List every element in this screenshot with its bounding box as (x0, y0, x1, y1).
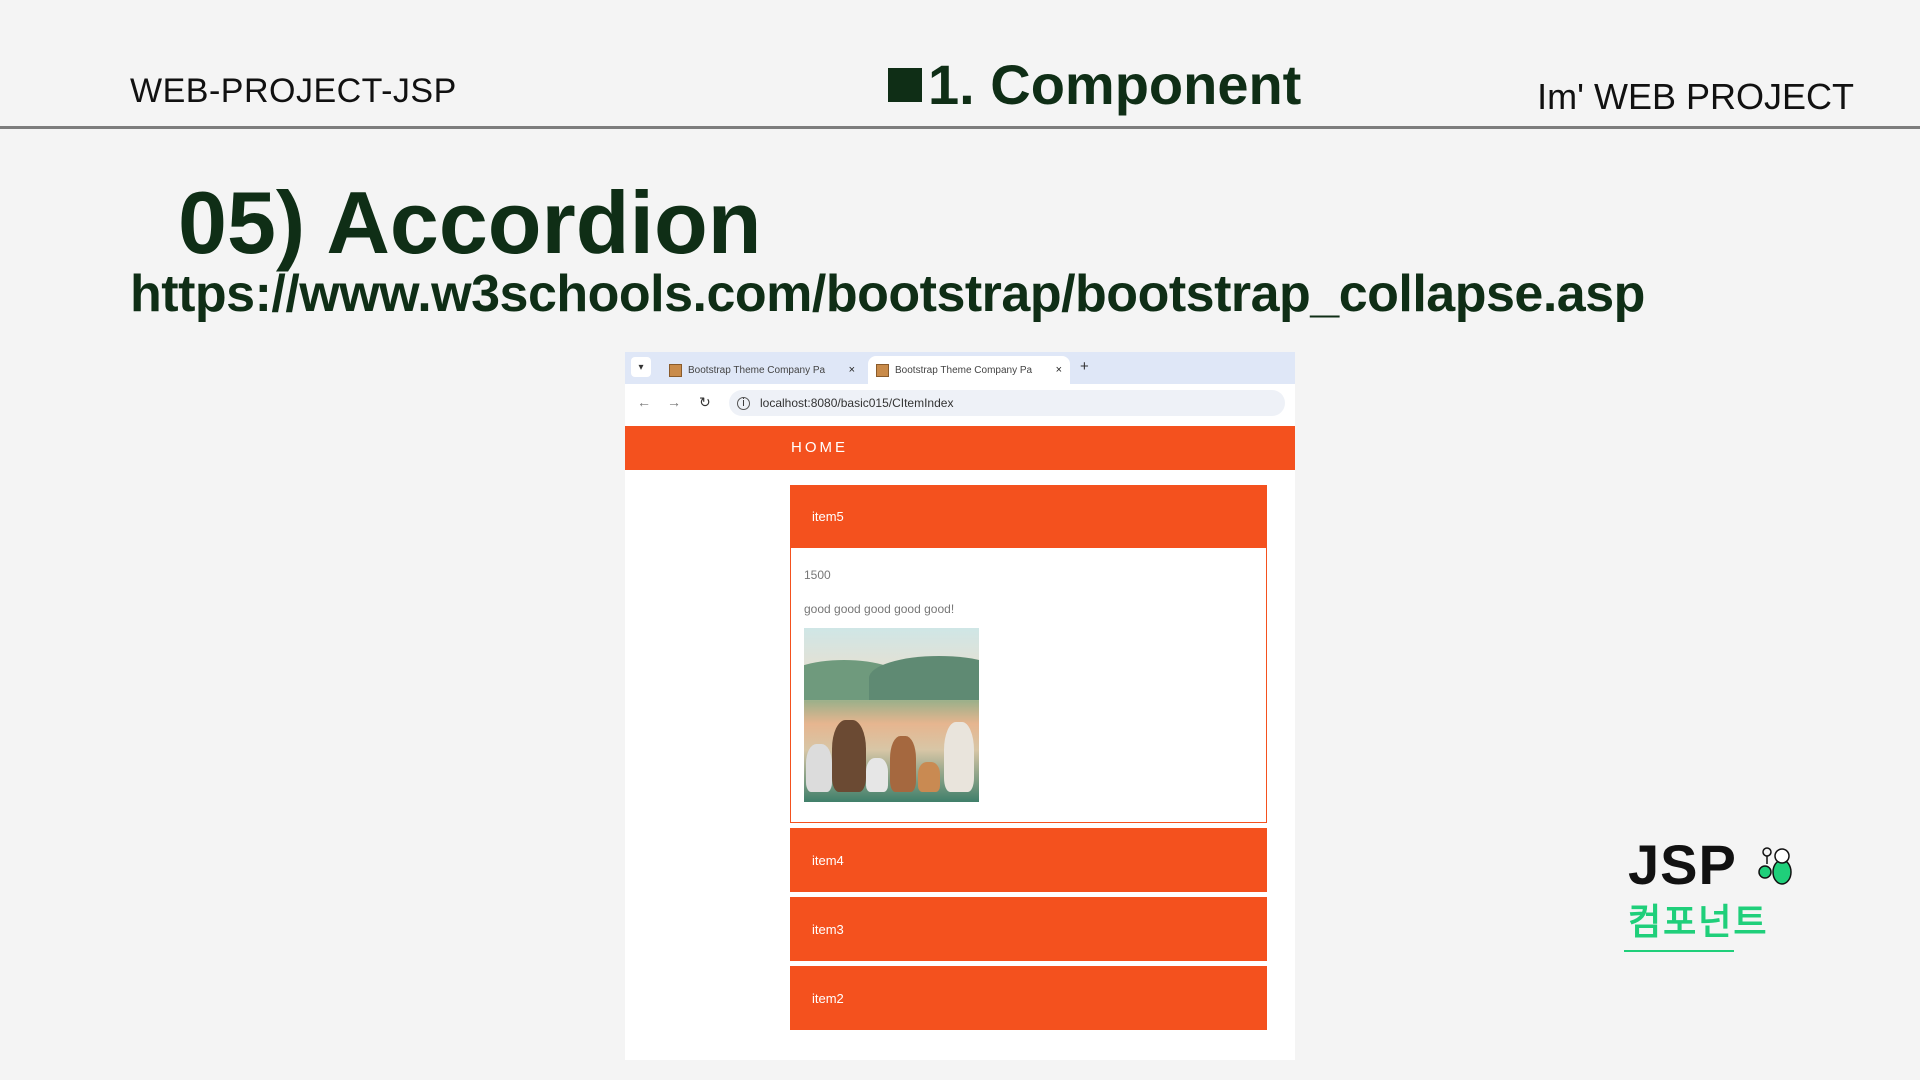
slide-center-title: 1. Component (888, 52, 1301, 117)
slide-right-title: Im' WEB PROJECT (1537, 76, 1854, 117)
tab-title: Bootstrap Theme Company Pa (895, 364, 1033, 376)
nav-home-link[interactable]: HOME (791, 439, 848, 456)
back-arrow-icon[interactable]: ← (637, 394, 651, 410)
logo-korean-text: 컴포넌트 (1628, 901, 1769, 942)
component-heading: 1. Component (928, 53, 1302, 116)
accordion-header-item4[interactable]: item4 (790, 828, 1267, 892)
browser-tab[interactable]: Bootstrap Theme Company Pa × (661, 356, 863, 384)
header-divider (0, 126, 1920, 129)
site-info-icon[interactable]: i (737, 396, 750, 410)
browser-tab-active[interactable]: Bootstrap Theme Company Pa × (868, 356, 1070, 384)
tab-close-icon[interactable]: × (849, 364, 855, 376)
logo-underline (1624, 950, 1734, 952)
section-title: 05) Accordion (178, 173, 762, 272)
tab-title: Bootstrap Theme Company Pa (688, 364, 826, 376)
item-image (804, 628, 979, 802)
site-navbar: HOME (625, 426, 1295, 470)
square-bullet-icon (888, 67, 922, 102)
logo-jsp-text: JSP (1628, 833, 1737, 896)
tab-close-icon[interactable]: × (1056, 364, 1062, 376)
url-text: localhost:8080/basic015/CItemIndex (760, 396, 954, 410)
url-field[interactable]: i localhost:8080/basic015/CItemIndex (729, 390, 1285, 416)
section-url: https://www.w3schools.com/bootstrap/boot… (130, 265, 1645, 323)
jsp-component-logo: JSP 컴포넌트 (1624, 832, 1792, 952)
reload-icon[interactable]: ↻ (699, 394, 711, 411)
accordion-header-item2[interactable]: item2 (790, 966, 1267, 1030)
slide-left-title: WEB-PROJECT-JSP (130, 72, 457, 110)
accordion-header-item3[interactable]: item3 (790, 897, 1267, 961)
mascot-icon (1758, 847, 1792, 885)
item-price: 1500 (804, 568, 831, 582)
item-description: good good good good good! (804, 602, 955, 616)
accordion-panel-item5: 1500 good good good good good! (790, 548, 1267, 823)
tab-strip: ▾ Bootstrap Theme Company Pa × Bootstrap… (625, 352, 1295, 384)
address-bar: ← → ↻ i localhost:8080/basic015/CItemInd… (625, 384, 1295, 424)
forward-arrow-icon[interactable]: → (667, 394, 681, 410)
accordion-header-item5[interactable]: item5 (790, 485, 1267, 548)
browser-window: ▾ Bootstrap Theme Company Pa × Bootstrap… (625, 352, 1295, 1060)
favicon-icon (669, 363, 682, 377)
favicon-icon (876, 363, 889, 377)
accordion: item5 1500 good good good good good! ite… (790, 485, 1267, 1030)
tab-search-dropdown-icon[interactable]: ▾ (631, 357, 651, 377)
new-tab-icon[interactable]: + (1080, 358, 1089, 375)
